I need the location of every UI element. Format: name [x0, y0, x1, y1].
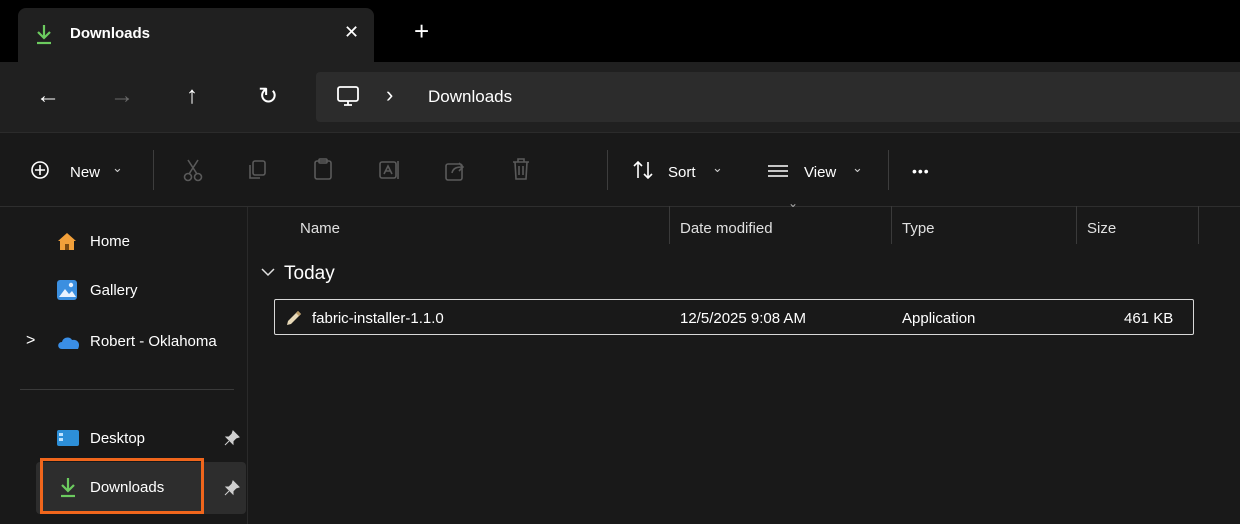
up-button[interactable]: ↑: [186, 82, 198, 110]
download-arrow-icon: [34, 23, 54, 45]
group-label: Today: [284, 263, 335, 284]
desktop-folder-icon: [56, 429, 80, 447]
share-icon[interactable]: [444, 158, 466, 182]
more-options-button[interactable]: •••: [912, 163, 930, 179]
file-type: Application: [902, 310, 976, 327]
pin-icon[interactable]: [224, 480, 240, 496]
delete-icon[interactable]: [510, 157, 532, 181]
chevron-down-icon: ⌄: [712, 160, 723, 175]
sidebar-divider: [20, 389, 234, 390]
gallery-icon: [56, 279, 78, 301]
copy-icon[interactable]: [246, 158, 268, 182]
home-icon: [56, 231, 78, 251]
column-header-type[interactable]: Type: [902, 220, 935, 237]
new-label: New: [70, 164, 101, 181]
forward-button[interactable]: →: [110, 82, 134, 110]
sidebar-item-label: Gallery: [90, 282, 138, 299]
cut-icon[interactable]: [182, 158, 204, 182]
add-circle-icon: [30, 160, 50, 180]
divider: [153, 150, 154, 190]
file-date-modified: 12/5/2025 9:08 AM: [680, 310, 806, 327]
column-header-date[interactable]: Date modified: [680, 220, 773, 237]
close-tab-icon[interactable]: ✕: [344, 22, 359, 43]
column-separator[interactable]: [669, 206, 670, 244]
this-pc-icon[interactable]: [336, 84, 360, 108]
divider: [888, 150, 889, 190]
sidebar-item-downloads[interactable]: Downloads: [36, 458, 246, 514]
sidebar-item-label: Downloads: [90, 479, 165, 496]
file-name: fabric-installer-1.1.0: [312, 310, 444, 327]
refresh-button[interactable]: ↻: [258, 82, 278, 111]
tab-title: Downloads: [70, 25, 151, 42]
file-size: 461 KB: [1124, 310, 1174, 327]
view-label: View: [804, 164, 837, 181]
breadcrumb-chevron[interactable]: ›: [386, 84, 393, 106]
collapse-chevron-icon: [260, 267, 276, 277]
pin-icon[interactable]: [224, 430, 240, 446]
rename-icon[interactable]: [378, 158, 402, 182]
paste-icon[interactable]: [312, 157, 334, 181]
application-file-icon: [285, 309, 303, 327]
breadcrumb-current[interactable]: Downloads: [428, 87, 512, 107]
sidebar-item-label: Robert - Oklahoma: [90, 333, 217, 350]
view-lines-icon: [766, 163, 790, 179]
address-bar[interactable]: › Downloads: [316, 72, 1240, 122]
sort-icon: [632, 160, 654, 180]
sidebar-item-desktop[interactable]: Desktop: [46, 423, 246, 453]
sidebar-item-home[interactable]: Home: [46, 226, 236, 256]
column-separator[interactable]: [891, 206, 892, 244]
expand-chevron-icon[interactable]: >: [26, 332, 35, 350]
tab-downloads[interactable]: Downloads ✕: [18, 8, 374, 62]
back-button[interactable]: ←: [36, 82, 60, 110]
column-header-name[interactable]: Name: [300, 220, 340, 237]
sidebar-item-label: Desktop: [90, 430, 146, 447]
new-tab-button[interactable]: +: [414, 18, 429, 44]
sidebar-item-gallery[interactable]: Gallery: [46, 275, 236, 305]
chevron-down-icon: ⌄: [112, 160, 123, 175]
sidebar-item-onedrive[interactable]: Robert - Oklahoma: [46, 326, 246, 356]
column-header-size[interactable]: Size: [1087, 220, 1116, 237]
sort-indicator-icon: ⌄: [788, 196, 799, 210]
sort-label: Sort: [668, 164, 696, 181]
downloads-icon: [58, 476, 78, 498]
column-separator[interactable]: [1076, 206, 1077, 244]
onedrive-cloud-icon: [56, 334, 82, 350]
chevron-down-icon: ⌄: [852, 160, 863, 175]
column-separator[interactable]: [1198, 206, 1199, 244]
sidebar-item-label: Home: [90, 233, 131, 250]
divider: [607, 150, 608, 190]
